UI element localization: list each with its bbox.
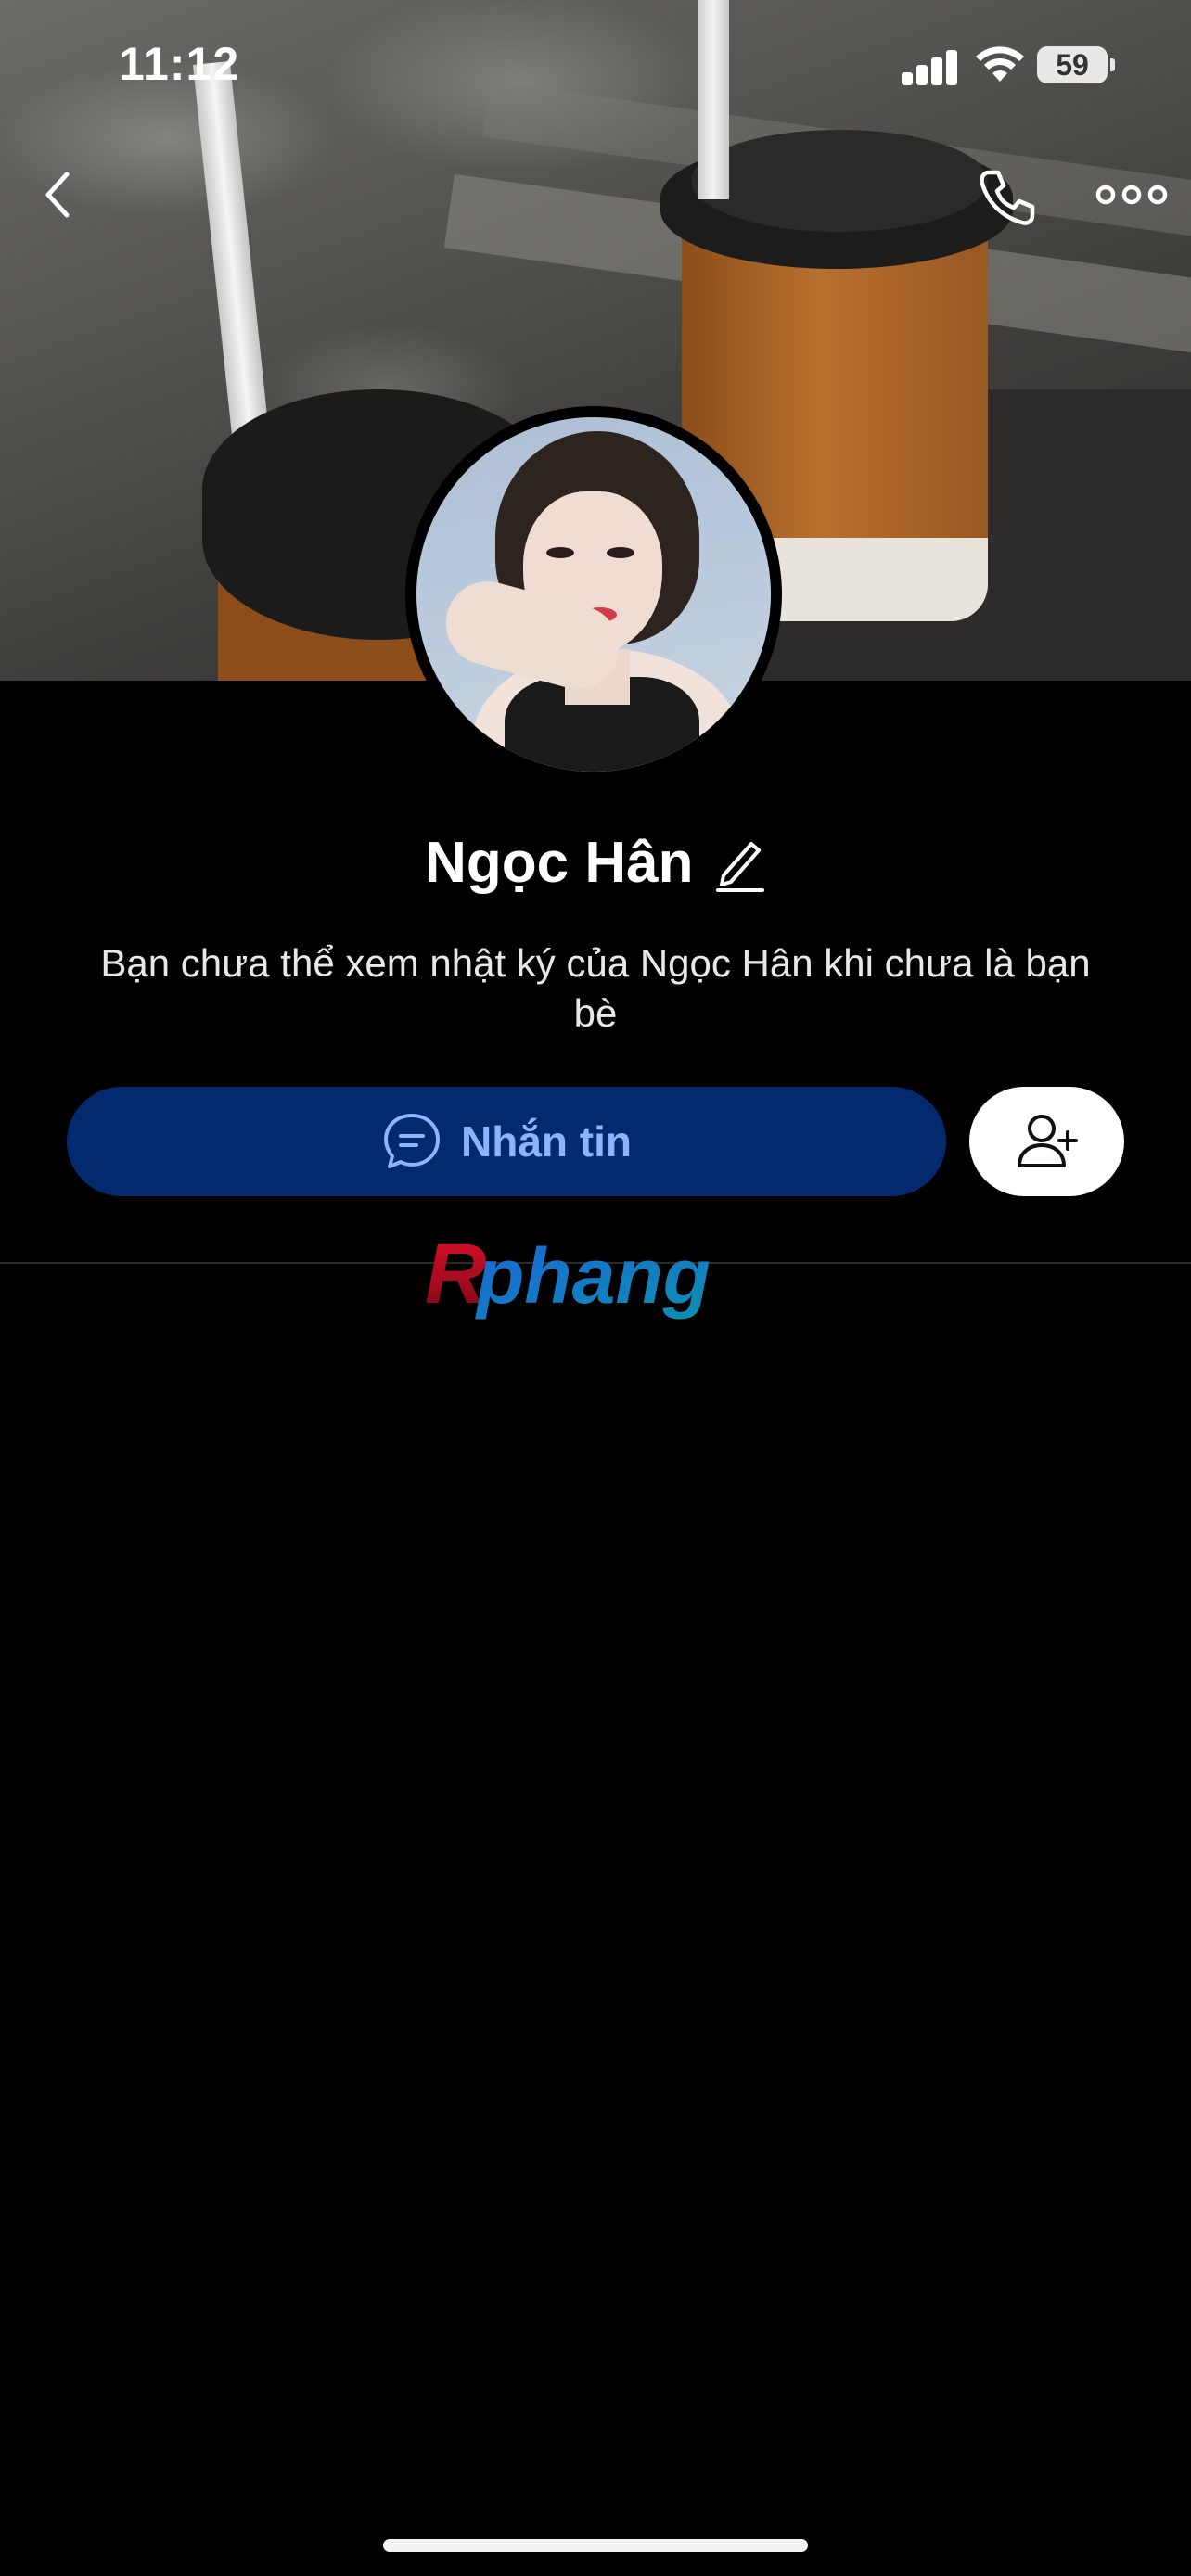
wifi-icon [976, 46, 1024, 82]
profile-name: Ngọc Hân [425, 831, 694, 895]
chat-bubble-icon [384, 1114, 440, 1168]
status-time: 11:12 [119, 38, 240, 90]
back-chevron-icon[interactable] [35, 167, 82, 223]
cellular-signal-icon [902, 48, 959, 85]
avatar-photo [416, 417, 771, 772]
friend-diary-notice: Bạn chưa thể xem nhật ký của Ngọc Hân kh… [100, 941, 1091, 1035]
profile-name-row: Ngọc Hân [0, 830, 1191, 896]
battery-level: 59 [1056, 48, 1089, 82]
battery-icon: 59 [1037, 46, 1115, 83]
message-button-label: Nhắn tin [461, 1117, 632, 1166]
add-friend-icon [1017, 1115, 1078, 1167]
message-button[interactable]: Nhắn tin [67, 1087, 946, 1196]
home-indicator[interactable] [383, 2539, 808, 2552]
phone-icon[interactable] [974, 165, 1039, 230]
watermark-logo: R phang [425, 1229, 711, 1321]
edit-pencil-icon[interactable] [714, 835, 766, 892]
status-bar: 11:12 59 [0, 0, 1191, 130]
avatar[interactable] [405, 406, 782, 783]
more-options-icon[interactable] [1095, 176, 1169, 213]
cover-cup-lid-top [691, 130, 988, 232]
add-friend-button[interactable] [969, 1087, 1124, 1196]
watermark-text-rest: phang [475, 1232, 711, 1320]
